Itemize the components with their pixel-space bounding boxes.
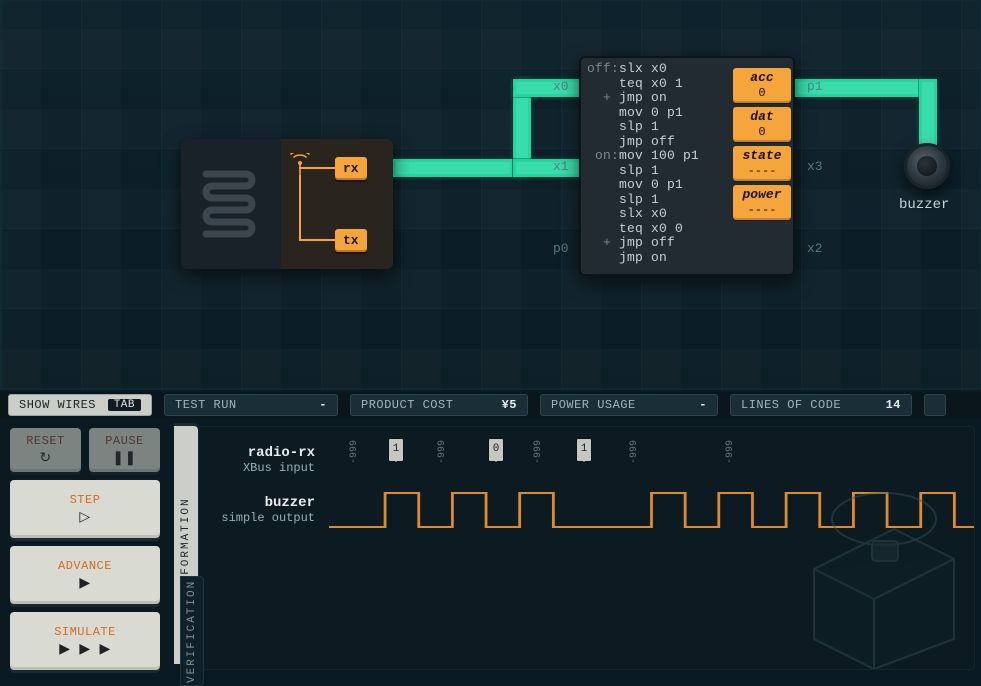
buzzer-track bbox=[329, 487, 974, 533]
waveform-icon bbox=[329, 487, 974, 533]
xbus-value: -999 bbox=[437, 437, 448, 467]
advance-icon: ▶ bbox=[79, 575, 90, 592]
tx-port[interactable]: tx bbox=[335, 229, 367, 252]
signal-name: buzzer bbox=[199, 495, 315, 511]
product-cost-stat: PRODUCT COST ¥5 bbox=[350, 394, 528, 416]
status-bar: SHOW WIRES TAB TEST RUN - PRODUCT COST ¥… bbox=[0, 392, 981, 418]
signal-type: XBus input bbox=[199, 461, 315, 475]
show-wires-key: TAB bbox=[108, 399, 141, 411]
xbus-value: -999 bbox=[725, 437, 736, 467]
buzzer-label: buzzer bbox=[899, 197, 949, 213]
bottom-panel: RESET ↻ PAUSE ❚❚ STEP ▷ ADVANCE ▶ SIMULA… bbox=[0, 420, 981, 670]
signal-type: simple output bbox=[199, 511, 315, 525]
signal-name: radio-rx bbox=[199, 445, 315, 461]
xbus-flag: 1 bbox=[389, 439, 403, 461]
rx-port[interactable]: rx bbox=[335, 157, 367, 180]
xbus-value: -999 bbox=[629, 437, 640, 467]
xbus-flag: 0 bbox=[489, 439, 503, 461]
pause-icon: ❚❚ bbox=[112, 450, 136, 467]
xbus-value: -999 bbox=[533, 437, 544, 467]
reset-button[interactable]: RESET ↻ bbox=[10, 428, 81, 472]
buzzer-output[interactable] bbox=[904, 143, 950, 189]
register-dat: dat0 bbox=[733, 107, 791, 142]
reset-icon: ↻ bbox=[39, 450, 51, 467]
wire-p1-v bbox=[919, 79, 937, 151]
xbus-track: -999 1 -999 0 -999 1 -999 -999 bbox=[329, 437, 974, 483]
status-extra bbox=[924, 394, 946, 416]
port-p0: p0 bbox=[553, 241, 569, 256]
register-state: state---- bbox=[733, 146, 791, 181]
wire-rx-x1 bbox=[513, 159, 581, 177]
advance-button[interactable]: ADVANCE ▶ bbox=[10, 546, 160, 604]
register-acc: acc0 bbox=[733, 68, 791, 103]
radio-panel: rx tx bbox=[281, 139, 393, 269]
sim-controls: RESET ↻ PAUSE ❚❚ STEP ▷ ADVANCE ▶ SIMULA… bbox=[0, 420, 168, 670]
xbus-flag: 1 bbox=[577, 439, 591, 461]
port-x0: x0 bbox=[553, 79, 569, 94]
show-wires-button[interactable]: SHOW WIRES TAB bbox=[8, 394, 152, 416]
register-power: power---- bbox=[733, 185, 791, 220]
code-editor[interactable]: off:slx x0 teq x0 1 + jmp on mov 0 p1 sl… bbox=[587, 62, 733, 270]
pause-button[interactable]: PAUSE ❚❚ bbox=[89, 428, 160, 472]
radio-module[interactable]: rx tx bbox=[181, 139, 393, 269]
step-button[interactable]: STEP ▷ bbox=[10, 480, 160, 538]
step-icon: ▷ bbox=[79, 509, 90, 526]
simulate-button[interactable]: SIMULATE ▶ ▶ ▶ bbox=[10, 612, 160, 670]
power-usage-stat: POWER USAGE - bbox=[540, 394, 718, 416]
xbus-value: -999 bbox=[349, 437, 360, 467]
port-x2: x2 bbox=[807, 241, 823, 256]
port-x3: x3 bbox=[807, 159, 823, 174]
signal-radio-rx: radio-rx XBus input -9991-9990-9991-999-… bbox=[199, 435, 974, 485]
trace-h-tx bbox=[299, 239, 335, 241]
design-canvas[interactable]: x0 x1 p0 p1 x3 x2 rx tx off:slx x0 teq x… bbox=[0, 0, 981, 390]
show-wires-label: SHOW WIRES bbox=[19, 398, 96, 412]
mc-chip[interactable]: off:slx x0 teq x0 1 + jmp on mov 0 p1 sl… bbox=[579, 56, 795, 276]
test-run-stat: TEST RUN - bbox=[164, 394, 338, 416]
wire-rx-h2 bbox=[513, 79, 581, 97]
register-panel: acc0 dat0 state---- power---- bbox=[733, 62, 791, 270]
lines-of-code-stat: LINES OF CODE 14 bbox=[730, 394, 912, 416]
trace-v bbox=[299, 175, 301, 241]
simulate-icon: ▶ ▶ ▶ bbox=[59, 641, 111, 658]
signal-scope: radio-rx XBus input -9991-9990-9991-999-… bbox=[198, 426, 975, 670]
heatsink-icon bbox=[181, 139, 281, 269]
trace-h-rx bbox=[299, 167, 335, 169]
port-x1: x1 bbox=[553, 159, 569, 174]
port-p1: p1 bbox=[807, 79, 823, 94]
signal-buzzer: buzzer simple output bbox=[199, 485, 974, 535]
wire-rx-h1 bbox=[393, 159, 513, 177]
